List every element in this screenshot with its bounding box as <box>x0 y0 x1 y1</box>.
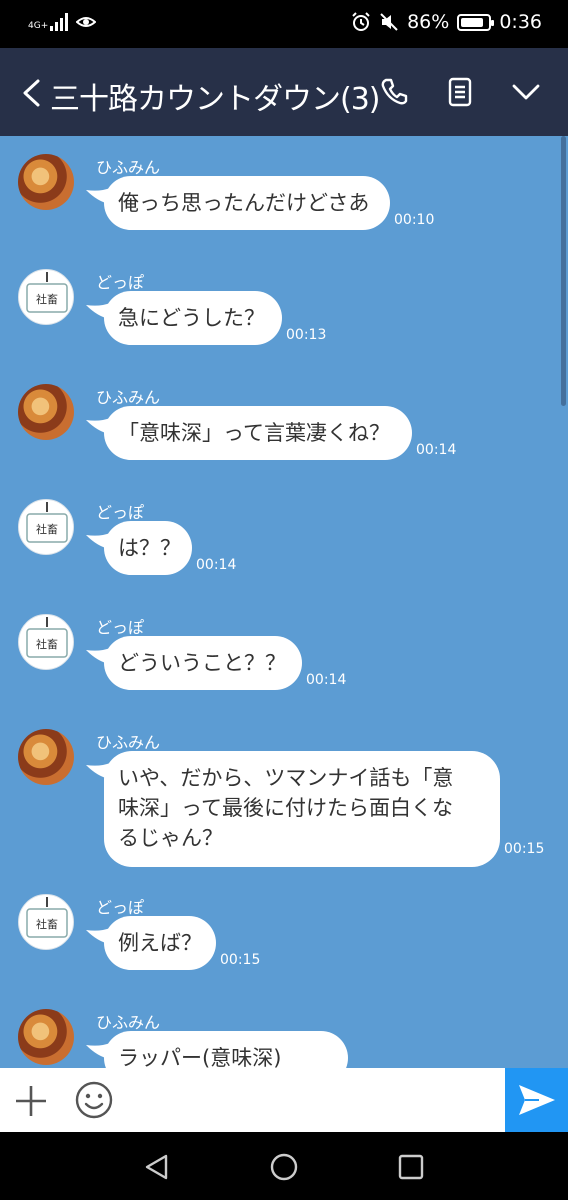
message-time: 00:14 <box>306 672 347 688</box>
smile-icon[interactable] <box>74 1080 114 1120</box>
message-time: 00:13 <box>286 327 327 343</box>
nav-recents-icon[interactable] <box>396 1152 426 1182</box>
send-button[interactable] <box>505 1068 568 1132</box>
badge-text: 社畜 <box>36 292 58 306</box>
sender-name: ひふみん <box>96 388 161 407</box>
message-text: いや、だから、ツマンナイ話も「意 <box>118 766 454 790</box>
plus-icon[interactable] <box>14 1084 48 1118</box>
message-text: 「意味深」って言葉凄くね？ <box>118 421 390 445</box>
battery-icon <box>457 13 495 31</box>
input-bar <box>0 1068 568 1132</box>
message-list[interactable]: ひふみん 俺っち思ったんだけどさあ 00:10 社畜 どっぽ 急にどうした？ 00:13 ひふ… <box>0 136 568 1068</box>
badge-text: 社畜 <box>36 917 58 931</box>
badge-text: 社畜 <box>36 637 58 651</box>
status-bar: 4G+ 86% 0:36 <box>0 0 568 48</box>
message-text: は？？ <box>118 536 181 560</box>
sender-name: どっぽ <box>96 898 145 917</box>
message-text: るじゃん？ <box>118 826 223 850</box>
send-icon <box>519 1085 555 1115</box>
avatar[interactable] <box>18 1009 74 1065</box>
scrollbar[interactable] <box>561 136 566 406</box>
message-text: ラッパー(意味深) <box>118 1046 282 1068</box>
message-bubble[interactable]: いや、だから、ツマンナイ話も「意 味深」って最後に付けたら面白くな るじゃん？ <box>104 751 500 867</box>
notes-icon[interactable] <box>444 76 476 108</box>
chat-header: 三十路カウントダウン(3) <box>0 48 568 136</box>
message-bubble[interactable]: 「意味深」って言葉凄くね？ <box>104 406 412 460</box>
message-text: 例えば？ <box>118 931 202 955</box>
avatar[interactable]: 社畜 <box>18 499 74 555</box>
avatar[interactable]: 社畜 <box>18 269 74 325</box>
sender-name: ひふみん <box>96 158 161 177</box>
chevron-down-icon[interactable] <box>510 76 542 108</box>
message-text: 俺っち思ったんだけどさあ <box>118 191 370 215</box>
phone-icon[interactable] <box>378 76 410 108</box>
nav-back-icon[interactable] <box>142 1152 172 1182</box>
eye-icon <box>76 17 97 27</box>
message-time: 00:14 <box>196 557 237 573</box>
message-text: どういうこと？？ <box>118 651 286 675</box>
message-bubble[interactable]: 例えば？ <box>104 916 216 970</box>
avatar[interactable] <box>18 154 74 210</box>
message-bubble[interactable]: ラッパー(意味深) <box>104 1031 348 1068</box>
alarm-icon <box>352 12 370 31</box>
sender-name: ひふみん <box>96 733 161 752</box>
avatar[interactable]: 社畜 <box>18 894 74 950</box>
clock: 0:36 <box>499 11 542 33</box>
system-nav-bar <box>0 1132 568 1200</box>
avatar[interactable] <box>18 729 74 785</box>
sender-name: ひふみん <box>96 1013 161 1032</box>
message-bubble[interactable]: 俺っち思ったんだけどさあ <box>104 176 390 230</box>
badge-text: 社畜 <box>36 522 58 536</box>
message-text: 急にどうした？ <box>118 306 265 330</box>
mute-icon <box>380 13 398 31</box>
message-time: 00:10 <box>394 212 435 228</box>
network-type: 4G+ <box>28 21 49 31</box>
nav-home-icon[interactable] <box>269 1152 299 1182</box>
sender-name: どっぽ <box>96 618 145 637</box>
signal-icon: 4G+ <box>28 13 69 31</box>
message-bubble[interactable]: は？？ <box>104 521 192 575</box>
sender-name: どっぽ <box>96 503 145 522</box>
message-time: 00:15 <box>220 952 261 968</box>
message-bubble[interactable]: 急にどうした？ <box>104 291 282 345</box>
message-text: 味深」って最後に付けたら面白くな <box>118 796 453 820</box>
battery-percent: 86% <box>407 11 450 33</box>
message-bubble[interactable]: どういうこと？？ <box>104 636 302 690</box>
message-time: 00:15 <box>504 841 545 857</box>
chat-title: 三十路カウントダウン(3) <box>50 82 380 117</box>
back-arrow-icon[interactable] <box>20 78 42 108</box>
avatar[interactable] <box>18 384 74 440</box>
sender-name: どっぽ <box>96 273 145 292</box>
message-time: 00:14 <box>416 442 457 458</box>
avatar[interactable]: 社畜 <box>18 614 74 670</box>
